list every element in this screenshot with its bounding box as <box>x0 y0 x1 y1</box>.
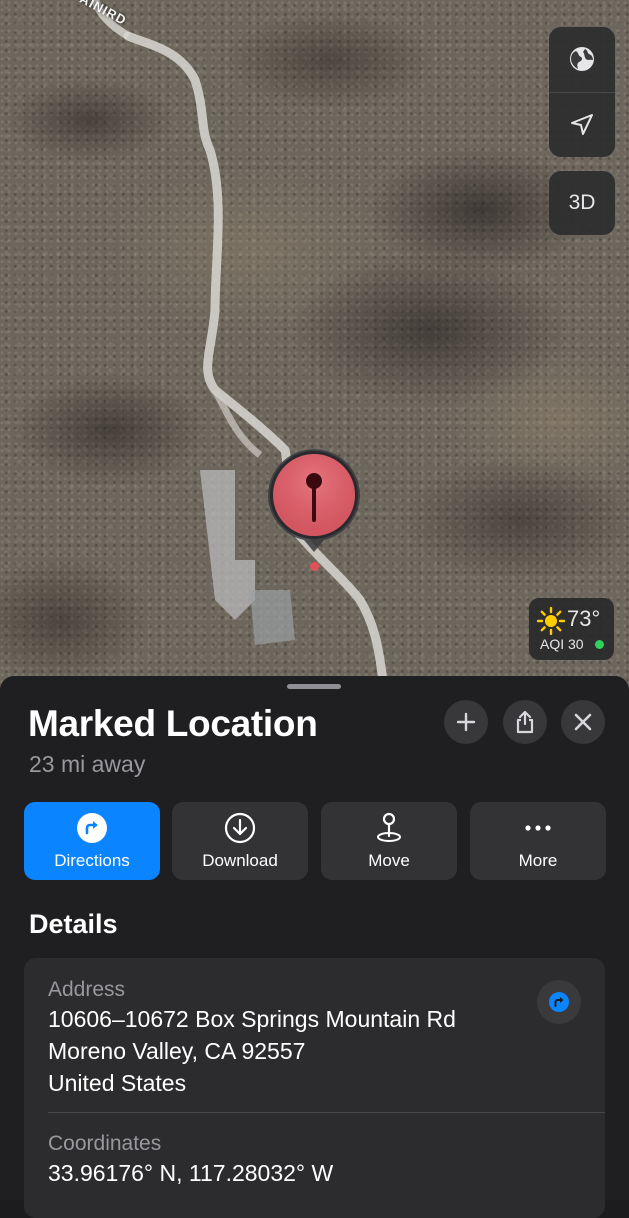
directions-button[interactable]: Directions <box>24 802 160 880</box>
add-button[interactable] <box>444 700 488 744</box>
distance-label: 23 mi away <box>29 751 146 777</box>
download-label: Download <box>202 851 278 870</box>
more-button[interactable]: More <box>470 802 606 880</box>
address-line-3[interactable]: United States <box>48 1070 186 1097</box>
map-controls <box>549 27 615 157</box>
share-icon <box>516 710 534 734</box>
place-card-sheet: Marked Location 23 mi away Directions Do… <box>0 676 629 1218</box>
place-title: Marked Location <box>28 703 318 744</box>
share-button[interactable] <box>503 700 547 744</box>
marked-location-pin[interactable] <box>264 448 364 578</box>
coordinates-value[interactable]: 33.96176° N, 117.28032° W <box>48 1160 333 1187</box>
close-icon <box>574 713 592 731</box>
pin-location-dot <box>310 562 319 571</box>
satellite-map[interactable]: AINIRD 3D 73° AQI 30 <box>0 0 629 700</box>
weather-badge[interactable]: 73° AQI 30 <box>529 598 614 660</box>
plus-icon <box>456 712 476 732</box>
download-icon <box>224 812 256 844</box>
globe-icon <box>570 47 594 72</box>
address-label: Address <box>48 978 126 1001</box>
map-style-button[interactable] <box>549 27 615 92</box>
pin-move-icon <box>377 812 401 842</box>
details-card: Address 10606–10672 Box Springs Mountain… <box>24 958 605 1218</box>
address-directions-button[interactable] <box>537 980 581 1024</box>
air-quality-index: AQI 30 <box>540 636 584 652</box>
weather-temperature: 73° <box>567 606 601 631</box>
details-heading: Details <box>29 909 118 939</box>
ellipsis-icon <box>525 825 551 831</box>
move-label: Move <box>368 851 410 870</box>
current-location-button[interactable] <box>549 91 615 158</box>
sun-icon <box>537 607 565 635</box>
road-path <box>91 0 390 700</box>
aqi-status-dot <box>595 640 604 649</box>
directions-label: Directions <box>54 851 130 870</box>
3d-label: 3D <box>568 191 596 214</box>
more-label: More <box>518 851 558 870</box>
location-arrow-icon <box>571 113 593 135</box>
move-button[interactable]: Move <box>321 802 457 880</box>
directions-icon <box>549 992 569 1012</box>
map-pin-icon <box>268 449 360 552</box>
directions-icon <box>77 813 107 843</box>
download-button[interactable]: Download <box>172 802 308 880</box>
address-line-1[interactable]: 10606–10672 Box Springs Mountain Rd <box>48 1006 456 1033</box>
address-line-2[interactable]: Moreno Valley, CA 92557 <box>48 1038 305 1065</box>
sheet-grabber[interactable] <box>287 684 341 689</box>
close-button[interactable] <box>561 700 605 744</box>
action-button-row: Directions Download Move More <box>24 802 606 880</box>
coordinates-label: Coordinates <box>48 1132 162 1155</box>
details-divider <box>48 1112 605 1113</box>
3d-button[interactable]: 3D <box>549 171 615 235</box>
